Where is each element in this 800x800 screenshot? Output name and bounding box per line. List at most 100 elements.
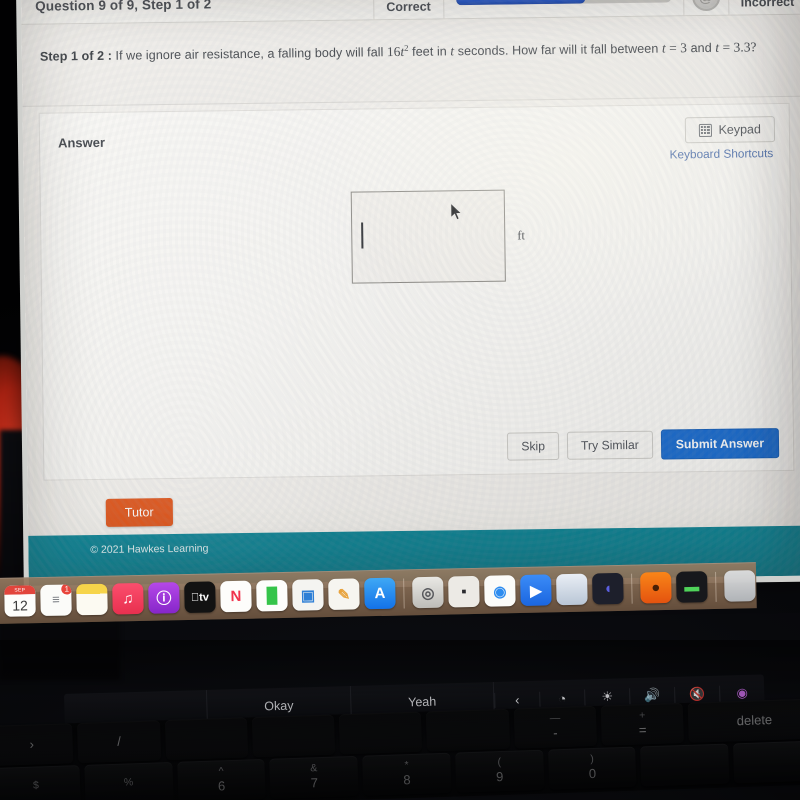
- submit-answer-button[interactable]: Submit Answer: [660, 428, 780, 460]
- key-bottom-legend: 8: [403, 772, 411, 788]
- key-top-legend: &: [310, 762, 318, 775]
- terminal-icon-glyph: ▬: [684, 578, 700, 596]
- keypad-button[interactable]: Keypad: [684, 116, 776, 144]
- apple-tv-icon[interactable]: tv: [184, 581, 216, 614]
- system-preferences-icon[interactable]: ◎: [412, 576, 444, 609]
- question-text: Step 1 of 2 : If we ignore air resistanc…: [21, 15, 800, 70]
- browser-viewport: Question 9 of 9, Step 1 of 2 6/11 Correc…: [20, 0, 800, 586]
- podcasts-icon[interactable]: ⓘ: [148, 582, 180, 614]
- keyboard-shortcuts-link[interactable]: Keyboard Shortcuts: [670, 146, 774, 161]
- reminders-icon[interactable]: ≡ 1: [40, 584, 72, 617]
- tutor-button[interactable]: Tutor: [105, 497, 173, 527]
- news-icon-glyph: N: [230, 587, 242, 606]
- roblox-icon-glyph: ▪: [461, 583, 467, 601]
- mouse-pointer-icon: [450, 203, 463, 221]
- microsoft-teams-icon-glyph: ◖: [603, 580, 613, 598]
- page-title: Question 9 of 9, Step 1 of 2: [35, 0, 212, 14]
- notes-icon[interactable]: [76, 583, 108, 616]
- key-blank[interactable]: [426, 708, 510, 752]
- action-button-row: Skip Try Similar Submit Answer: [507, 428, 780, 462]
- hawkes-learning-page: Question 9 of 9, Step 1 of 2 6/11 Correc…: [20, 0, 800, 586]
- key-blank[interactable]: [164, 717, 249, 761]
- question-body: Step 1 of 2 : If we ignore air resistanc…: [21, 14, 800, 107]
- key--[interactable]: — -: [513, 705, 598, 749]
- trash-icon[interactable]: [724, 570, 756, 602]
- podcasts-icon-glyph: ⓘ: [156, 590, 172, 608]
- key-bottom-legend: /: [116, 733, 122, 749]
- unit-label: ft: [517, 227, 526, 242]
- key-delete[interactable]: delete: [687, 698, 800, 743]
- firefox-icon[interactable]: ●: [640, 571, 672, 604]
- numbers-icon[interactable]: █: [256, 579, 288, 612]
- try-similar-button[interactable]: Try Similar: [566, 430, 653, 460]
- keynote-icon[interactable]: ▣: [292, 579, 324, 611]
- volume-up-icon[interactable]: 🔊: [629, 686, 675, 705]
- key-0[interactable]: ) 0: [547, 746, 637, 790]
- dock-separator: [715, 571, 717, 602]
- key-bottom-legend: =: [638, 722, 647, 738]
- zoom-icon-glyph: ▶: [529, 582, 542, 600]
- music-icon[interactable]: ♫: [112, 582, 144, 615]
- incorrect-counter: 3 Incorrect: [727, 0, 800, 16]
- key-top-legend: *: [404, 759, 409, 772]
- key-7[interactable]: & 7: [269, 755, 359, 799]
- answer-input[interactable]: [350, 189, 506, 284]
- zoom-icon[interactable]: ▶: [520, 574, 552, 607]
- key-bottom-legend: 0: [588, 766, 597, 782]
- calendar-icon[interactable]: SEP 12: [4, 585, 36, 617]
- key-top-legend: +: [638, 709, 646, 722]
- step-label: Step 1 of 2 :: [39, 48, 113, 64]
- key-bottom-legend: delete: [736, 711, 773, 729]
- terminal-icon[interactable]: ▬: [676, 571, 708, 603]
- variable-t-1: t: [450, 43, 455, 59]
- question-text-part2: feet in: [412, 44, 447, 59]
- key-blank[interactable]: [251, 714, 336, 758]
- variable-t-3: t: [715, 39, 720, 55]
- equation-1: = 3: [669, 40, 688, 56]
- numbers-icon-glyph: █: [266, 587, 278, 605]
- mute-icon[interactable]: 🔇: [674, 685, 720, 703]
- brightness-low-icon[interactable]: ◔: [539, 689, 585, 707]
- pages-icon-glyph: ✎: [337, 586, 351, 604]
- pages-icon[interactable]: ✎: [328, 578, 360, 611]
- key-blank[interactable]: [640, 743, 730, 787]
- incorrect-label: Incorrect: [740, 0, 795, 10]
- roblox-icon[interactable]: ▪: [448, 575, 480, 608]
- skip-button[interactable]: Skip: [507, 431, 560, 461]
- answer-panel: Answer Keypad Keyboard Shortcuts ft Skip…: [38, 102, 795, 481]
- key-9[interactable]: (9: [455, 749, 545, 793]
- key-=[interactable]: + =: [600, 703, 685, 746]
- chrome-icon[interactable]: ◉: [484, 575, 516, 607]
- brightness-high-icon[interactable]: ☀: [584, 688, 630, 706]
- key-top-legend: —: [549, 712, 561, 725]
- key-%[interactable]: %: [84, 761, 174, 800]
- key-6[interactable]: ^ 6: [176, 758, 266, 800]
- copyright-text: © 2021 Hawkes Learning: [90, 542, 209, 557]
- key-blank[interactable]: [338, 711, 423, 755]
- key-top-legend: (: [497, 756, 502, 769]
- microsoft-teams-icon[interactable]: ◖: [592, 572, 624, 605]
- answer-label: Answer: [57, 134, 106, 151]
- screenshot-root: Question 9 of 9, Step 1 of 2 6/11 Correc…: [0, 0, 800, 800]
- finder-window-icon[interactable]: [556, 573, 588, 606]
- back-chevron-icon[interactable]: ‹: [494, 691, 540, 708]
- key-›[interactable]: ›: [0, 723, 74, 766]
- question-text-part3: seconds. How far will it fall between: [457, 41, 659, 59]
- key-8[interactable]: * 8: [362, 752, 452, 796]
- key-$[interactable]: $: [0, 765, 81, 800]
- keypad-button-label: Keypad: [718, 122, 762, 137]
- dock-separator: [403, 577, 405, 608]
- app-store-icon[interactable]: A: [364, 577, 396, 610]
- key-/[interactable]: /: [77, 720, 161, 764]
- dock-separator: [631, 573, 633, 604]
- dock-badge: 1: [60, 584, 72, 596]
- siri-icon[interactable]: ◉: [719, 684, 765, 702]
- question-text-part1: If we ignore air resistance, a falling b…: [115, 45, 384, 63]
- key-bottom-legend: 7: [310, 775, 319, 791]
- chrome-icon-glyph: ◉: [493, 582, 507, 601]
- key-blank[interactable]: [733, 740, 800, 784]
- text-caret: [361, 222, 364, 249]
- news-icon[interactable]: N: [220, 580, 252, 613]
- keynote-icon-glyph: ▣: [300, 586, 316, 605]
- keypad-grid-icon: [698, 123, 712, 137]
